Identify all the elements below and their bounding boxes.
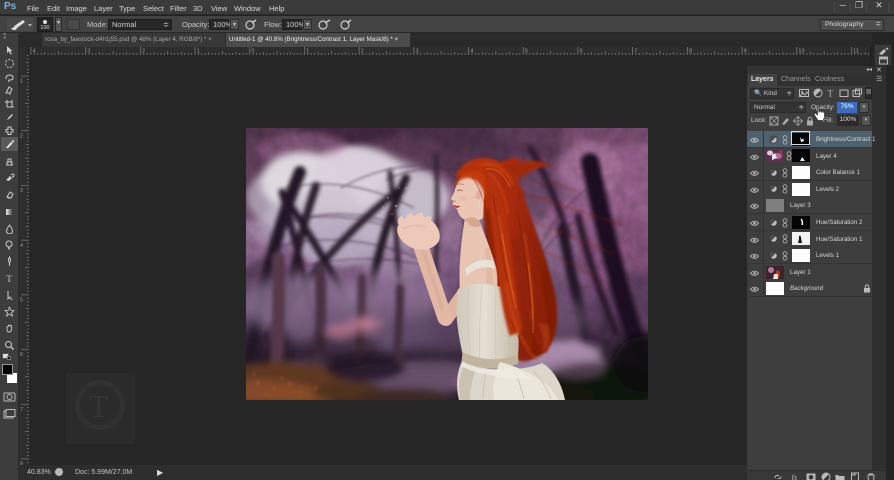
svg-text:2: 2: [142, 49, 145, 55]
svg-text:1: 1: [20, 79, 23, 85]
svg-text:4: 4: [33, 49, 36, 55]
svg-text:3: 3: [20, 188, 23, 194]
svg-text:11: 11: [853, 49, 859, 55]
svg-text:4: 4: [20, 243, 23, 249]
svg-text:T: T: [828, 89, 834, 99]
svg-text:6: 6: [20, 352, 23, 358]
svg-text:5: 5: [20, 298, 23, 304]
svg-text:fx: fx: [792, 473, 798, 480]
svg-text:3: 3: [87, 49, 90, 55]
svg-text:3: 3: [416, 49, 419, 55]
svg-text:1: 1: [306, 49, 309, 55]
svg-text:7: 7: [20, 407, 23, 413]
svg-text:7: 7: [634, 49, 637, 55]
svg-text:2: 2: [361, 49, 364, 55]
svg-text:6: 6: [580, 49, 583, 55]
svg-text:5: 5: [525, 49, 528, 55]
svg-text:0: 0: [251, 49, 254, 55]
svg-text:10: 10: [798, 49, 804, 55]
svg-text:2: 2: [20, 133, 23, 139]
svg-text:4: 4: [470, 49, 473, 55]
svg-text:9: 9: [744, 49, 747, 55]
svg-text:1: 1: [197, 49, 200, 55]
svg-text:8: 8: [689, 49, 692, 55]
svg-text:T: T: [6, 274, 12, 284]
